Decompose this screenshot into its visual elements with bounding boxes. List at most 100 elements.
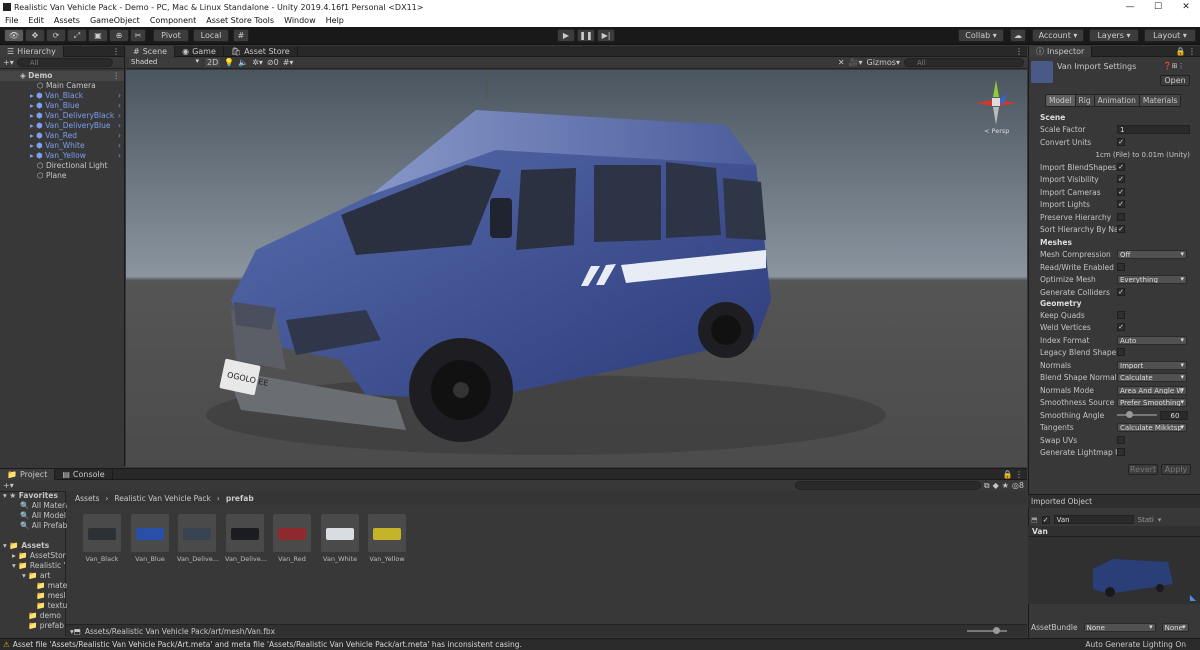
toggle-2d-button[interactable]: 2D [205,58,221,67]
generate-colliders-checkbox[interactable]: ✓ [1117,288,1125,296]
hierarchy-item-van-deliveryblue[interactable]: ▸ ⬢ Van_DeliveryBlue › [0,121,124,131]
folder-textures[interactable]: 📁 textu [0,601,67,611]
grid-snap-icon[interactable]: # [233,29,249,42]
tab-model[interactable]: Model [1046,95,1075,106]
rect-tool-icon[interactable]: ▣ [88,29,108,42]
chevron-right-icon[interactable]: › [118,121,121,131]
tools-settings-icon[interactable]: ✕ [838,58,845,67]
asset-van-yellow[interactable]: Van_Yellow [367,514,407,563]
hierarchy-item-directional-light[interactable]: ⬡ Directional Light [0,161,124,171]
chevron-right-icon[interactable]: › [118,151,121,161]
normals-mode-dropdown[interactable]: Area And Angle W [1117,385,1187,395]
scale-factor-field[interactable]: 1 [1117,124,1190,134]
swap-uvs-checkbox[interactable] [1117,436,1125,444]
transform-tool-icon[interactable]: ⊕ [109,29,129,42]
lock-icon[interactable]: 🔒 ⋮ [1175,47,1200,56]
fav-all-materials[interactable]: 🔍 All Materi [0,501,67,511]
move-tool-icon[interactable]: ✥ [25,29,45,42]
panel-menu-icon[interactable]: ⋮ [112,47,124,56]
assetbundle-name-dropdown[interactable]: None [1083,623,1156,632]
pause-button[interactable]: ❚❚ [577,29,595,42]
tangents-dropdown[interactable]: Calculate Mikktsp [1117,422,1187,432]
hierarchy-item-van-red[interactable]: ▸ ⬢ Van_Red › [0,131,124,141]
effects-dropdown-icon[interactable]: ✲▾ [252,58,263,67]
folder-art[interactable]: ▾ 📁 art [0,571,65,581]
hierarchy-item-plane[interactable]: ⬡ Plane [0,171,124,181]
minimize-button[interactable]: — [1116,0,1144,14]
preserve-hierarchy-checkbox[interactable] [1117,213,1125,221]
close-button[interactable]: ✕ [1172,0,1200,14]
chevron-right-icon[interactable]: › [118,101,121,111]
lighting-toggle-icon[interactable]: 💡 [224,58,234,67]
folder-mesh[interactable]: 📁 mesl [0,591,66,601]
import-cameras-checkbox[interactable]: ✓ [1117,188,1125,196]
asset-van-white[interactable]: Van_White [320,514,360,563]
preview-toggle-icon[interactable]: ◣ [1190,593,1196,602]
lightmap-uvs-checkbox[interactable] [1117,448,1125,456]
tab-materials[interactable]: Materials [1138,95,1181,106]
inspector-help-icon[interactable]: ❓⊞⋮ [1163,62,1185,70]
search-by-type-icon[interactable]: ⧉ [984,481,990,491]
icon-size-slider[interactable] [967,627,1007,634]
hidden-objects-icon[interactable]: ⊘0 [267,58,279,67]
hierarchy-item-van-white[interactable]: ▸ ⬢ Van_White › [0,141,124,151]
play-button[interactable]: ▶ [557,29,575,42]
hierarchy-item-main-camera[interactable]: ⬡ Main Camera [0,81,124,91]
import-lights-checkbox[interactable]: ✓ [1117,200,1125,208]
fav-all-models[interactable]: 🔍 All Model [0,511,66,521]
slider-handle[interactable] [1126,411,1133,418]
index-format-dropdown[interactable]: Auto [1117,335,1187,345]
maximize-button[interactable]: ☐ [1144,0,1172,14]
folder-prefab[interactable]: 📁 prefab [0,621,65,631]
cloud-icon[interactable]: ☁ [1010,29,1026,42]
tab-project[interactable]: 📁 Project [0,468,56,480]
hand-tool-icon[interactable]: 👁 [4,29,24,42]
pivot-toggle[interactable]: Pivot [153,29,189,42]
project-search-input[interactable] [794,481,981,490]
favorite-star-icon[interactable]: ★ [1002,481,1009,490]
smooth-source-dropdown[interactable]: Prefer Smoothing [1117,397,1187,407]
layout-dropdown[interactable]: Layout ▾ [1144,29,1196,42]
smoothing-angle-field[interactable]: 60 [1160,410,1188,420]
weld-vertices-checkbox[interactable]: ✓ [1117,323,1125,331]
breadcrumb-pack[interactable]: Realistic Van Vehicle Pack [114,494,210,503]
create-plus-icon[interactable]: +▾ [3,58,14,67]
hierarchy-item-van-deliveryblack[interactable]: ▸ ⬢ Van_DeliveryBlack › [0,111,124,121]
import-blendshapes-checkbox[interactable]: ✓ [1117,163,1125,171]
menu-assets[interactable]: Assets [49,16,85,25]
object-name-field[interactable]: Van [1053,515,1134,524]
apply-button[interactable]: Apply [1161,464,1191,475]
revert-button[interactable]: Revert [1128,464,1158,475]
shading-mode-dropdown[interactable]: Shaded [129,58,201,67]
slider-handle[interactable] [993,627,1000,634]
favorites-header[interactable]: ▾ ★ Favorites [0,491,65,501]
menu-edit[interactable]: Edit [23,16,49,25]
account-dropdown[interactable]: Account ▾ [1032,29,1084,42]
collab-button[interactable]: Collab ▾ [958,29,1004,42]
sort-hierarchy-checkbox[interactable]: ✓ [1117,225,1125,233]
active-checkbox[interactable]: ✓ [1041,515,1050,524]
custom-tool-icon[interactable]: ✂ [130,29,146,42]
open-button[interactable]: Open [1160,75,1190,86]
chevron-right-icon[interactable]: › [118,131,121,141]
menu-file[interactable]: File [0,16,23,25]
menu-help[interactable]: Help [321,16,349,25]
tab-game[interactable]: ◉ Game [175,45,224,57]
asset-van-blue[interactable]: Van_Blue [130,514,170,563]
breadcrumb-assets[interactable]: Assets [75,494,99,503]
asset-van-deliveryblue[interactable]: Van_Delive... [177,514,219,563]
step-button[interactable]: ▶| [597,29,615,42]
persp-label[interactable]: < Persp [984,127,1009,135]
scene-row-demo[interactable]: ◈ Demo ⋮ [0,71,124,81]
assetbundle-variant-dropdown[interactable]: None [1161,623,1189,632]
chevron-right-icon[interactable]: › [118,91,121,101]
folder-assetstore[interactable]: ▸ 📁 AssetStor [0,551,66,561]
fav-all-prefabs[interactable]: 🔍 All Prefab [0,521,67,531]
audio-toggle-icon[interactable]: 🔈 [238,58,248,67]
menu-window[interactable]: Window [279,16,321,25]
smoothing-angle-slider[interactable] [1117,411,1157,418]
grid-toggle-icon[interactable]: #▾ [283,58,294,67]
scene-viewport[interactable]: OGOLO EE < Persp [126,70,1027,467]
tab-inspector[interactable]: ⓘ Inspector [1029,45,1093,57]
legacy-blend-checkbox[interactable] [1117,348,1125,356]
